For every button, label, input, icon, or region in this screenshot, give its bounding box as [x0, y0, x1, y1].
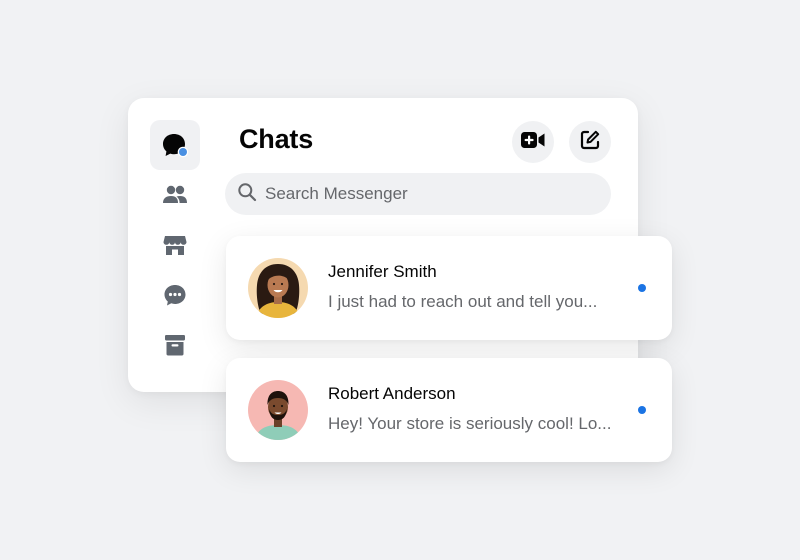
new-video-call-icon — [520, 130, 546, 155]
message-preview: I just had to reach out and tell you... — [328, 292, 598, 311]
avatar[interactable] — [248, 258, 308, 318]
sidebar-rail — [150, 120, 200, 370]
people-icon — [161, 181, 189, 209]
unread-indicator — [638, 406, 646, 414]
contact-name: Robert Anderson — [328, 384, 456, 403]
unread-badge — [179, 148, 187, 156]
sidebar-item-marketplace[interactable] — [150, 220, 200, 270]
unread-indicator — [638, 284, 646, 292]
page-title: Chats — [239, 124, 314, 154]
chat-bubble-icon — [160, 130, 190, 160]
search-input[interactable] — [263, 183, 587, 205]
chat-list-item[interactable]: Robert Anderson Hey! Your store is serio… — [226, 358, 672, 462]
message-preview: Hey! Your store is seriously cool! Lo... — [328, 414, 612, 433]
sidebar-item-archive[interactable] — [150, 320, 200, 370]
chat-list-item[interactable]: Jennifer Smith I just had to reach out a… — [226, 236, 672, 340]
sidebar-item-message-requests[interactable] — [150, 270, 200, 320]
sidebar-item-people[interactable] — [150, 170, 200, 220]
compose-button[interactable] — [569, 121, 611, 163]
archive-icon — [161, 331, 189, 359]
compose-icon — [579, 129, 601, 156]
avatar[interactable] — [248, 380, 308, 440]
new-video-call-button[interactable] — [512, 121, 554, 163]
search-icon — [225, 182, 257, 207]
marketplace-store-icon — [161, 231, 189, 259]
contact-name: Jennifer Smith — [328, 262, 437, 281]
search-bar[interactable] — [225, 173, 611, 215]
sidebar-item-chats[interactable] — [150, 120, 200, 170]
stage: Chats Search Messenger Jennifer Smith I … — [0, 0, 800, 560]
message-requests-icon — [161, 281, 189, 309]
